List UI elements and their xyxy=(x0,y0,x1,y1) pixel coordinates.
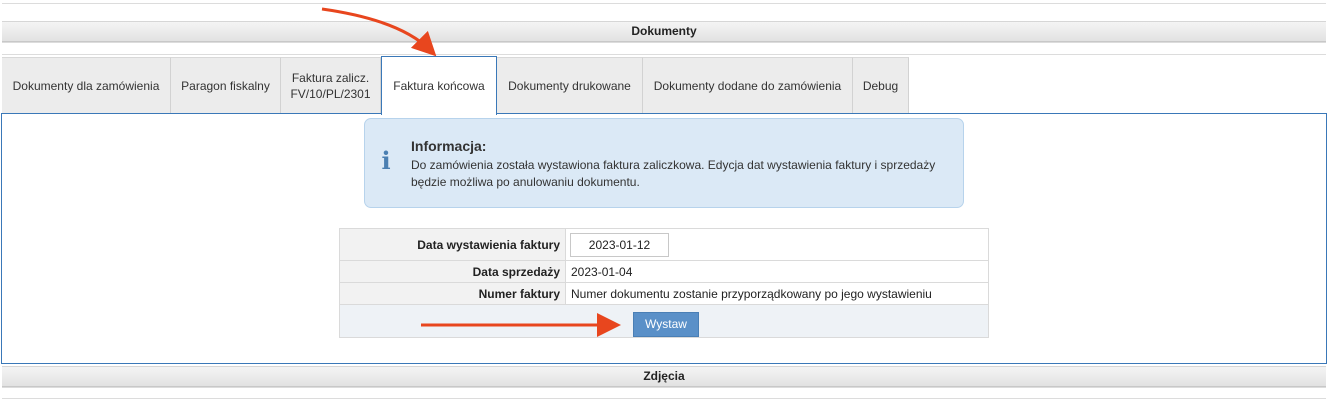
header-divider xyxy=(2,42,1326,43)
info-title: Informacja: xyxy=(411,138,487,154)
invoice-number-label: Numer faktury xyxy=(339,282,566,305)
tab-label: Debug xyxy=(862,79,899,93)
form-row-invoice-number: Numer faktury Numer dokumentu zostanie p… xyxy=(339,282,989,305)
sale-date-value: 2023-01-04 xyxy=(565,260,989,283)
tab-label: Dokumenty dla zamówienia xyxy=(12,79,160,93)
tab-label: Dokumenty dodane do zamówienia xyxy=(653,79,842,93)
info-text: Do zamówienia została wystawiona faktura… xyxy=(411,158,936,189)
tab-dokumenty-dodane[interactable]: Dokumenty dodane do zamówienia xyxy=(643,57,853,114)
section-header-documents: Dokumenty xyxy=(2,21,1326,42)
tab-dokumenty-drukowane[interactable]: Dokumenty drukowane xyxy=(497,57,643,114)
top-divider xyxy=(2,3,1326,4)
tab-label-line1: Faktura zalicz. xyxy=(291,71,370,85)
sale-date-label: Data sprzedaży xyxy=(339,260,566,283)
tab-dokumenty-dla-zamowienia[interactable]: Dokumenty dla zamówienia xyxy=(2,57,171,114)
issue-date-label: Data wystawienia faktury xyxy=(339,228,566,261)
tab-label-line2: FV/10/PL/2301 xyxy=(290,87,371,101)
form-row-sale-date: Data sprzedaży 2023-01-04 xyxy=(339,260,989,283)
info-box: i Informacja: Do zamówienia została wyst… xyxy=(364,118,964,208)
form-row-issue-date: Data wystawienia faktury xyxy=(339,228,989,261)
invoice-number-value: Numer dokumentu zostanie przyporządkowan… xyxy=(565,282,989,305)
tab-label: Paragon fiskalny xyxy=(181,79,270,93)
issue-date-input[interactable] xyxy=(570,232,669,257)
tab-debug[interactable]: Debug xyxy=(853,57,909,114)
bottom-divider xyxy=(2,387,1326,388)
tab-label: Dokumenty drukowane xyxy=(508,79,631,93)
tab-label: Faktura końcowa xyxy=(393,79,485,93)
tab-faktura-zaliczkowa[interactable]: Faktura zalicz. FV/10/PL/2301 xyxy=(281,57,381,114)
tab-faktura-koncowa[interactable]: Faktura końcowa xyxy=(381,56,497,115)
section-header-photos: Zdjęcia xyxy=(2,366,1326,387)
tab-paragon-fiskalny[interactable]: Paragon fiskalny xyxy=(171,57,281,114)
info-icon: i xyxy=(381,146,391,175)
document-tabs: Dokumenty dla zamówienia Paragon fiskaln… xyxy=(2,56,909,115)
bottom-divider-2 xyxy=(2,398,1326,399)
tabs-top-divider xyxy=(2,54,1326,55)
wystaw-button[interactable]: Wystaw xyxy=(633,312,699,337)
